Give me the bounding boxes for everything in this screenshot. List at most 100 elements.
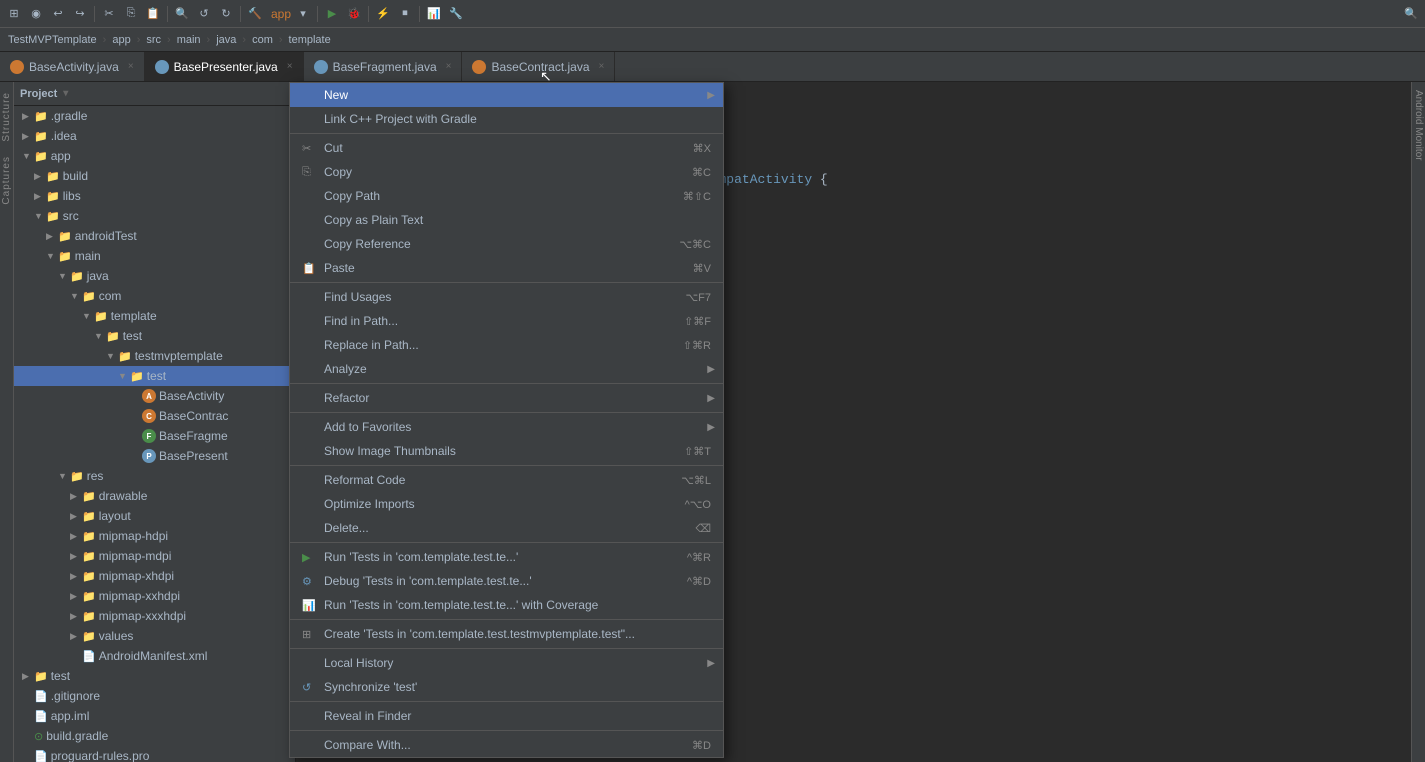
menu-item-copy-ref[interactable]: Copy Reference ⌥⌘C	[290, 232, 723, 256]
tree-item-test-root[interactable]: ▶ 📁 test	[14, 666, 295, 686]
breadcrumb-app[interactable]: app	[108, 34, 134, 46]
tree-item-test-selected[interactable]: ▼ 📁 test	[14, 366, 295, 386]
toolbar-icon-10[interactable]: ↻	[216, 4, 236, 24]
toolbar-icon-6[interactable]: ⎘	[121, 4, 141, 24]
run-button[interactable]: ▶	[322, 4, 342, 24]
menu-item-debug-tests[interactable]: ⚙ Debug 'Tests in 'com.template.test.te.…	[290, 569, 723, 593]
menu-item-analyze[interactable]: Analyze ▶	[290, 357, 723, 381]
menu-item-create-tests[interactable]: ⊞ Create 'Tests in 'com.template.test.te…	[290, 622, 723, 646]
project-tree[interactable]: Project ▾ ▶ 📁 .gradle ▶ 📁 .idea ▼ 📁 app …	[14, 82, 296, 762]
tree-item-mipmap-xxhdpi[interactable]: ▶ 📁 mipmap-xxhdpi	[14, 586, 295, 606]
breadcrumb-java[interactable]: java	[212, 34, 240, 46]
menu-item-find-usages[interactable]: Find Usages ⌥F7	[290, 285, 723, 309]
tree-item-gitignore[interactable]: ▶ 📄 .gitignore	[14, 686, 295, 706]
tree-item-gradle[interactable]: ▶ 📁 .gradle	[14, 106, 295, 126]
tree-item-values[interactable]: ▶ 📁 values	[14, 626, 295, 646]
tree-item-testmvptemplate[interactable]: ▼ 📁 testmvptemplate	[14, 346, 295, 366]
tree-item-template[interactable]: ▼ 📁 template	[14, 306, 295, 326]
toolbar-icon-9[interactable]: ↺	[194, 4, 214, 24]
menu-item-copy-path[interactable]: Copy Path ⌘⇧C	[290, 184, 723, 208]
tab-icon-activity	[10, 60, 24, 74]
menu-item-synchronize[interactable]: ↺ Synchronize 'test'	[290, 675, 723, 699]
structure-panel-tab[interactable]: Structure	[0, 86, 13, 148]
breadcrumb-main[interactable]: main	[173, 34, 205, 46]
menu-item-copy[interactable]: ⎘ Copy ⌘C	[290, 160, 723, 184]
tree-item-test-folder[interactable]: ▼ 📁 test	[14, 326, 295, 346]
toolbar-icon-8[interactable]: 🔍	[172, 4, 192, 24]
menu-item-link-cpp[interactable]: Link C++ Project with Gradle	[290, 107, 723, 131]
android-monitor-tab[interactable]: Android Monitor	[1412, 82, 1425, 169]
toolbar-icon-5[interactable]: ✂	[99, 4, 119, 24]
toolbar-icon-2[interactable]: ◉	[26, 4, 46, 24]
menu-item-run-tests[interactable]: ▶ Run 'Tests in 'com.template.test.te...…	[290, 545, 723, 569]
tree-item-mipmap-xhdpi[interactable]: ▶ 📁 mipmap-xhdpi	[14, 566, 295, 586]
tree-item-libs[interactable]: ▶ 📁 libs	[14, 186, 295, 206]
tree-item-app-iml[interactable]: ▶ 📄 app.iml	[14, 706, 295, 726]
tab-close-fragment[interactable]: ×	[446, 61, 452, 72]
menu-item-delete[interactable]: Delete... ⌫	[290, 516, 723, 540]
tree-item-app[interactable]: ▼ 📁 app	[14, 146, 295, 166]
toolbar-icon-4[interactable]: ↪	[70, 4, 90, 24]
menu-item-reveal-finder[interactable]: Reveal in Finder	[290, 704, 723, 728]
menu-item-new[interactable]: New ▶	[290, 83, 723, 107]
tree-item-mipmap-hdpi[interactable]: ▶ 📁 mipmap-hdpi	[14, 526, 295, 546]
breadcrumb-com[interactable]: com	[248, 34, 277, 46]
tree-item-mipmap-mdpi[interactable]: ▶ 📁 mipmap-mdpi	[14, 546, 295, 566]
tree-item-basefragment[interactable]: ▶ F BaseFragme	[14, 426, 295, 446]
menu-item-show-thumbnails[interactable]: Show Image Thumbnails ⇧⌘T	[290, 439, 723, 463]
menu-item-copy-plain[interactable]: Copy as Plain Text	[290, 208, 723, 232]
tab-base-activity[interactable]: BaseActivity.java ×	[0, 52, 145, 81]
menu-item-cut[interactable]: ✂ Cut ⌘X	[290, 136, 723, 160]
tab-base-presenter[interactable]: BasePresenter.java ×	[145, 52, 304, 81]
tree-item-androidtest[interactable]: ▶ 📁 androidTest	[14, 226, 295, 246]
toolbar-icon-12[interactable]: ⚡	[373, 4, 393, 24]
tree-item-build[interactable]: ▶ 📁 build	[14, 166, 295, 186]
tab-close-presenter[interactable]: ×	[287, 61, 293, 72]
toolbar-icon-7[interactable]: 📋	[143, 4, 163, 24]
tree-item-drawable[interactable]: ▶ 📁 drawable	[14, 486, 295, 506]
toolbar-icon-3[interactable]: ↩	[48, 4, 68, 24]
tree-item-basepresenter[interactable]: ▶ P BasePresent	[14, 446, 295, 466]
menu-item-replace-path[interactable]: Replace in Path... ⇧⌘R	[290, 333, 723, 357]
tree-item-build-gradle[interactable]: ▶ ⊙ build.gradle	[14, 726, 295, 746]
tree-item-manifest[interactable]: ▶ 📄 AndroidManifest.xml	[14, 646, 295, 666]
toolbar-icon-14[interactable]: 📊	[424, 4, 444, 24]
tree-item-layout[interactable]: ▶ 📁 layout	[14, 506, 295, 526]
menu-item-local-history[interactable]: Local History ▶	[290, 651, 723, 675]
tree-item-res[interactable]: ▼ 📁 res	[14, 466, 295, 486]
menu-item-paste[interactable]: 📋 Paste ⌘V	[290, 256, 723, 280]
tree-item-mipmap-xxxhdpi[interactable]: ▶ 📁 mipmap-xxxhdpi	[14, 606, 295, 626]
toolbar-icon-15[interactable]: 🔧	[446, 4, 466, 24]
tree-item-idea[interactable]: ▶ 📁 .idea	[14, 126, 295, 146]
tree-item-proguard[interactable]: ▶ 📄 proguard-rules.pro	[14, 746, 295, 762]
tab-base-fragment[interactable]: BaseFragment.java ×	[304, 52, 463, 81]
tree-item-src[interactable]: ▼ 📁 src	[14, 206, 295, 226]
folder-icon-xxxhdpi: 📁	[82, 610, 96, 623]
breadcrumb-src[interactable]: src	[142, 34, 165, 46]
captures-panel-tab[interactable]: Captures	[0, 150, 13, 211]
tab-close-activity[interactable]: ×	[128, 61, 134, 72]
menu-item-compare-with[interactable]: Compare With... ⌘D	[290, 733, 723, 757]
tree-item-java[interactable]: ▼ 📁 java	[14, 266, 295, 286]
tree-item-baseactivity[interactable]: ▶ A BaseActivity	[14, 386, 295, 406]
breadcrumb-template[interactable]: template	[285, 34, 335, 46]
toolbar-app-name[interactable]: app	[271, 7, 291, 21]
search-everywhere-icon[interactable]: 🔍	[1401, 4, 1421, 24]
tree-item-main[interactable]: ▼ 📁 main	[14, 246, 295, 266]
toolbar-icon-11[interactable]: 🔨	[245, 4, 265, 24]
menu-item-refactor[interactable]: Refactor ▶	[290, 386, 723, 410]
toolbar-icon-13[interactable]: ⏹	[395, 4, 415, 24]
breadcrumb-project[interactable]: TestMVPTemplate	[4, 34, 101, 46]
menu-item-reformat[interactable]: Reformat Code ⌥⌘L	[290, 468, 723, 492]
menu-item-optimize[interactable]: Optimize Imports ^⌥O	[290, 492, 723, 516]
toolbar-dropdown-icon[interactable]: ▾	[293, 4, 313, 24]
tree-item-basecontract[interactable]: ▶ C BaseContrac	[14, 406, 295, 426]
debug-button[interactable]: 🐞	[344, 4, 364, 24]
tab-base-contract[interactable]: BaseContract.java ×	[462, 52, 615, 81]
toolbar-icon-1[interactable]: ⊞	[4, 4, 24, 24]
menu-item-run-coverage[interactable]: 📊 Run 'Tests in 'com.template.test.te...…	[290, 593, 723, 617]
tree-item-com[interactable]: ▼ 📁 com	[14, 286, 295, 306]
menu-item-add-favorites[interactable]: Add to Favorites ▶	[290, 415, 723, 439]
tab-close-contract[interactable]: ×	[599, 61, 605, 72]
menu-item-find-path[interactable]: Find in Path... ⇧⌘F	[290, 309, 723, 333]
